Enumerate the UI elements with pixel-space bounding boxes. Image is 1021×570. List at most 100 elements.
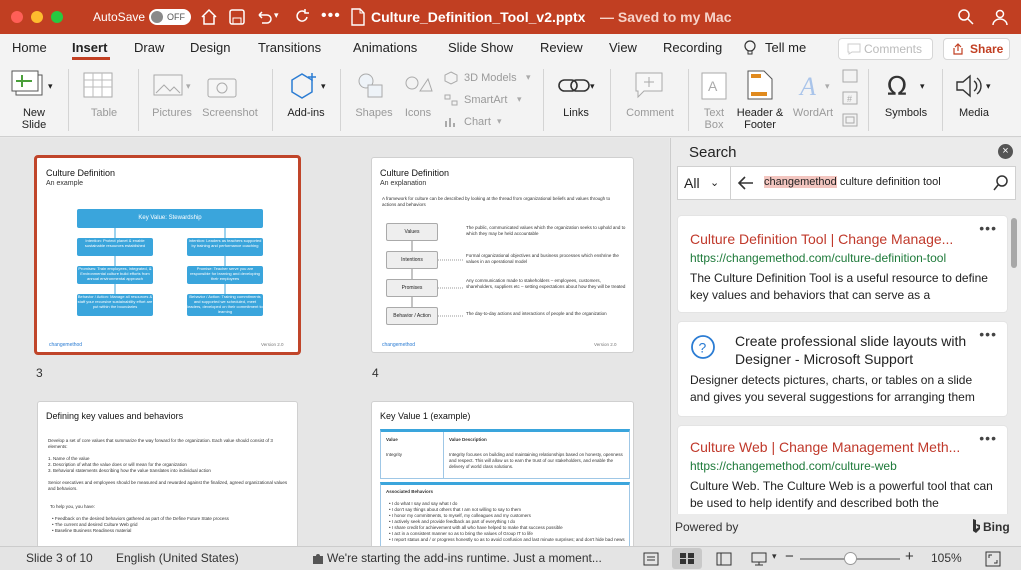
svg-text:Ω: Ω — [887, 72, 907, 101]
slide-thumbnail-3[interactable]: Culture Definition An example Key Value:… — [34, 155, 301, 355]
chart-button[interactable]: Chart — [464, 116, 491, 128]
zoom-level[interactable]: 105% — [931, 551, 962, 565]
step-description: Any communication made to stakeholders –… — [466, 278, 626, 289]
3d-models-dropdown-icon[interactable]: ▾ — [526, 72, 531, 83]
tab-animations[interactable]: Animations — [353, 40, 417, 55]
presenter-view-icon[interactable] — [750, 552, 768, 566]
scope-select[interactable]: All — [684, 175, 700, 191]
shapes-icon[interactable] — [354, 71, 388, 101]
autosave-toggle[interactable]: OFF — [149, 9, 191, 25]
screenshot-icon[interactable] — [206, 73, 240, 99]
omega-symbol-icon[interactable]: Ω — [884, 71, 914, 101]
slide-number-icon[interactable]: # — [842, 91, 858, 105]
table-icon[interactable] — [82, 71, 114, 99]
slide-sorter[interactable]: Culture Definition An example Key Value:… — [0, 138, 669, 546]
minimize-window-button[interactable] — [31, 11, 43, 23]
3d-models-icon[interactable] — [444, 71, 458, 85]
zoom-in-button[interactable]: + — [905, 548, 914, 565]
result-card[interactable]: Culture Web | Change Management Meth... … — [678, 426, 1007, 514]
smartart-icon[interactable] — [444, 93, 458, 107]
search-input[interactable]: changemethod culture definition tool — [764, 176, 941, 188]
icons-icon[interactable] — [402, 71, 436, 101]
text-box-icon[interactable]: A — [700, 71, 728, 101]
slide-sorter-view-button[interactable] — [672, 548, 702, 569]
undo-dropdown-icon[interactable]: ▾ — [274, 10, 279, 21]
redo-icon[interactable] — [293, 8, 311, 26]
result-card[interactable]: ? Create professional slide layouts with… — [678, 322, 1007, 416]
wordart-dropdown-icon[interactable]: ▾ — [825, 81, 830, 92]
language-status[interactable]: English (United States) — [116, 551, 239, 565]
slide-thumbnail-5[interactable]: Defining key values and behaviors Develo… — [37, 401, 298, 546]
links-icon[interactable] — [558, 73, 592, 99]
more-icon[interactable]: ••• — [321, 7, 341, 25]
add-ins-icon[interactable] — [288, 71, 322, 101]
pictures-dropdown-icon[interactable]: ▾ — [186, 81, 191, 92]
notes-icon[interactable] — [643, 552, 659, 566]
tab-transitions[interactable]: Transitions — [258, 40, 321, 55]
normal-view-icon[interactable] — [716, 552, 732, 566]
search-icon[interactable] — [992, 174, 1010, 192]
account-icon[interactable] — [990, 7, 1010, 27]
result-title[interactable]: Culture Definition Tool | Change Manage.… — [690, 231, 953, 247]
tab-draw[interactable]: Draw — [134, 40, 164, 55]
new-slide-icon — [11, 70, 43, 96]
tab-view[interactable]: View — [609, 40, 637, 55]
links-dropdown-icon[interactable]: ▾ — [590, 81, 595, 92]
result-title[interactable]: Create professional slide layouts with D… — [735, 332, 979, 368]
tab-review[interactable]: Review — [540, 40, 583, 55]
tell-me-search[interactable]: Tell me — [765, 40, 806, 55]
wordart-icon[interactable]: A — [798, 71, 828, 101]
object-icon[interactable] — [842, 113, 858, 127]
chart-dropdown-icon[interactable]: ▾ — [497, 116, 502, 127]
zoom-out-button[interactable]: − — [785, 548, 794, 565]
new-slide-dropdown-icon[interactable]: ▾ — [48, 81, 53, 92]
zoom-slider-thumb[interactable] — [844, 552, 857, 565]
slide-title: Key Value 1 (example) — [380, 411, 471, 421]
3d-models-button[interactable]: 3D Models — [464, 72, 517, 84]
share-button[interactable]: Share — [943, 38, 1010, 60]
search-icon[interactable] — [957, 8, 975, 26]
result-card[interactable]: Culture Definition Tool | Change Manage.… — [678, 216, 1007, 312]
symbols-dropdown-icon[interactable]: ▾ — [920, 81, 925, 92]
result-title[interactable]: Culture Web | Change Management Meth... — [690, 439, 960, 455]
date-time-icon[interactable] — [842, 69, 858, 83]
tab-home[interactable]: Home — [12, 40, 47, 55]
more-options-icon[interactable]: ••• — [979, 430, 997, 446]
smartart-button[interactable]: SmartArt — [464, 94, 507, 106]
tab-design[interactable]: Design — [190, 40, 230, 55]
view-dropdown-icon[interactable]: ▾ — [772, 551, 777, 562]
save-icon[interactable] — [228, 8, 246, 26]
speaker-icon[interactable] — [954, 73, 984, 99]
zoom-window-button[interactable] — [51, 11, 63, 23]
tab-slide-show[interactable]: Slide Show — [448, 40, 513, 55]
chart-icon[interactable] — [444, 115, 458, 129]
media-dropdown-icon[interactable]: ▾ — [986, 81, 991, 92]
back-arrow-icon[interactable] — [737, 175, 755, 191]
slide-counter: Slide 3 of 10 — [26, 551, 93, 565]
close-window-button[interactable] — [11, 11, 23, 23]
fit-to-window-icon[interactable] — [985, 551, 1001, 567]
search-box: All ⌄ changemethod culture definition to… — [677, 166, 1016, 200]
chevron-down-icon[interactable]: ⌄ — [710, 176, 719, 189]
slide-thumbnail-4[interactable]: Culture Definition An explanation A fram… — [371, 157, 634, 353]
add-ins-dropdown-icon[interactable]: ▾ — [321, 81, 326, 92]
result-url[interactable]: https://changemethod.com/culture-definit… — [690, 251, 946, 265]
home-icon[interactable] — [200, 8, 218, 26]
header-footer-icon[interactable] — [746, 69, 774, 101]
pictures-icon[interactable] — [152, 73, 186, 99]
new-slide-button[interactable] — [10, 69, 50, 110]
comment-icon[interactable] — [634, 71, 666, 101]
close-pane-icon[interactable]: × — [998, 144, 1013, 159]
comments-button[interactable]: Comments — [838, 38, 933, 60]
results-list[interactable]: Culture Definition Tool | Change Manage.… — [671, 208, 1021, 514]
scrollbar-thumb[interactable] — [1011, 218, 1017, 268]
tab-insert[interactable]: Insert — [72, 40, 107, 55]
result-url[interactable]: https://changemethod.com/culture-web — [690, 459, 897, 473]
undo-icon[interactable] — [255, 8, 273, 26]
tab-recording[interactable]: Recording — [663, 40, 722, 55]
more-options-icon[interactable]: ••• — [979, 326, 997, 342]
more-options-icon[interactable]: ••• — [979, 220, 997, 236]
search-pane: Search × All ⌄ changemethod culture defi… — [670, 138, 1021, 546]
smartart-dropdown-icon[interactable]: ▾ — [517, 94, 522, 105]
slide-thumbnail-6[interactable]: Key Value 1 (example) Value Value Descri… — [371, 401, 634, 546]
